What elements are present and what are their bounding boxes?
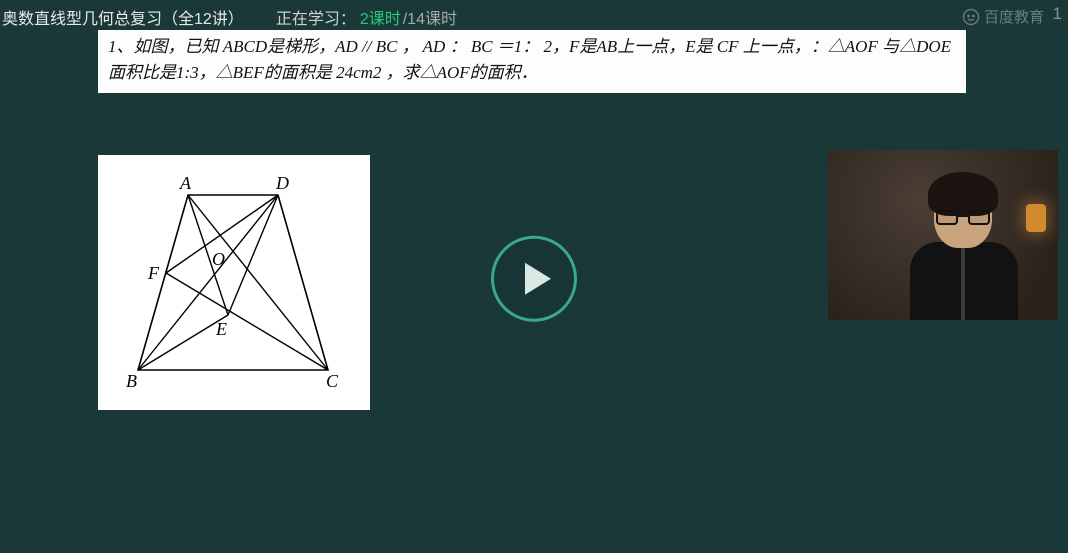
label-A: A [179,173,192,193]
label-E: E [215,319,227,339]
brand-logo: 百度教育 [962,6,1044,27]
trapezoid-figure: A D B C F E O [108,165,360,401]
label-B: B [126,371,137,391]
play-icon [525,262,551,294]
brand-text: 百度教育 [984,6,1044,27]
label-O: O [212,249,225,269]
play-button[interactable] [491,235,577,321]
brand-icon [962,8,980,26]
label-C: C [326,371,339,391]
header-bar: 奥数直线型几何总复习（全12讲） 正在学习： 2课时 /14课时 [0,4,1068,30]
label-F: F [147,263,160,283]
lamp-icon [1026,204,1046,232]
brand-side-number: 1 [1053,4,1062,24]
instructor-webcam [828,150,1058,320]
geometry-diagram: A D B C F E O [98,155,370,410]
instructor-avatar [906,176,1016,320]
learning-status-label: 正在学习： [276,5,356,29]
label-D: D [275,173,289,193]
problem-text: 1、如图，已知 ABCD是梯形，AD // BC ， AD ： BC ＝1： 2… [108,37,951,82]
total-lesson: /14课时 [403,5,457,29]
problem-statement: 1、如图，已知 ABCD是梯形，AD // BC ， AD ： BC ＝1： 2… [98,30,966,93]
course-title: 奥数直线型几何总复习（全12讲） [2,5,244,29]
current-lesson: 2课时 [360,5,401,29]
